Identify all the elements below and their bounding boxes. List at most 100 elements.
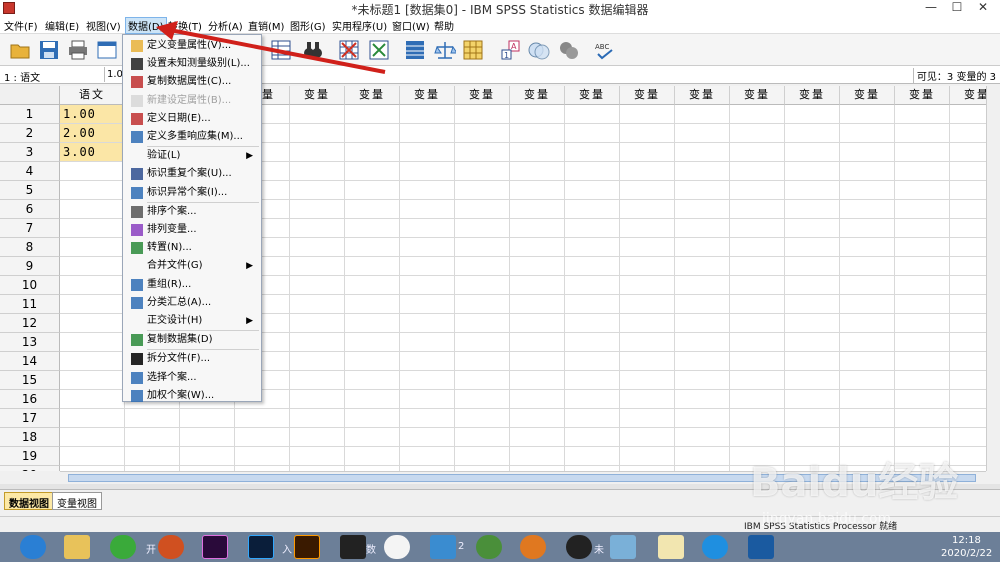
grid-cell[interactable] xyxy=(565,219,620,238)
menu-item[interactable]: 加权个案(W)... xyxy=(123,387,261,405)
grid-cell[interactable] xyxy=(290,409,345,428)
tab-variable-view[interactable]: 变量视图 xyxy=(52,492,102,510)
menu-item[interactable]: 定义变量属性(V)... xyxy=(123,37,261,55)
grid-cell[interactable] xyxy=(840,143,895,162)
grid-cell[interactable] xyxy=(895,428,950,447)
grid-cell[interactable] xyxy=(785,181,840,200)
grid-cell[interactable] xyxy=(290,105,345,124)
grid-cell[interactable] xyxy=(675,314,730,333)
grid-cell[interactable] xyxy=(840,105,895,124)
grid-cell[interactable] xyxy=(290,143,345,162)
grid-cell[interactable] xyxy=(895,276,950,295)
grid-cell[interactable] xyxy=(785,409,840,428)
grid-cell[interactable] xyxy=(60,333,125,352)
grid-cell[interactable] xyxy=(455,257,510,276)
grid-cell[interactable] xyxy=(785,390,840,409)
row-header[interactable]: 16 xyxy=(0,390,60,409)
row-header[interactable]: 17 xyxy=(0,409,60,428)
grid-cell[interactable] xyxy=(455,314,510,333)
grid-cell[interactable] xyxy=(620,371,675,390)
grid-cell[interactable] xyxy=(895,371,950,390)
grid-cell[interactable] xyxy=(565,257,620,276)
menu-item[interactable]: 复制数据集(D) xyxy=(123,331,261,349)
grid-cell[interactable] xyxy=(950,162,986,181)
grid-cell[interactable] xyxy=(895,390,950,409)
chrome-icon[interactable] xyxy=(476,535,502,559)
grid-cell[interactable] xyxy=(675,162,730,181)
grid-cell[interactable] xyxy=(290,181,345,200)
column-header-empty-variable[interactable]: 变量 xyxy=(620,86,675,105)
grid-cell[interactable] xyxy=(60,409,125,428)
grid-cell[interactable] xyxy=(730,105,785,124)
grid-cell[interactable] xyxy=(455,181,510,200)
grid-cell[interactable] xyxy=(950,428,986,447)
row-header[interactable]: 15 xyxy=(0,371,60,390)
grid-cell[interactable] xyxy=(895,314,950,333)
menu-item[interactable]: 排序个案... xyxy=(123,203,261,221)
grid-cell[interactable] xyxy=(730,257,785,276)
select-cases-icon[interactable] xyxy=(462,39,484,61)
grid-cell[interactable] xyxy=(400,257,455,276)
grid-cell[interactable] xyxy=(565,409,620,428)
grid-cell[interactable] xyxy=(565,314,620,333)
menu-help[interactable]: 帮助 xyxy=(434,18,454,33)
menu-graphs[interactable]: 图形(G) xyxy=(290,18,326,33)
grid-cell[interactable] xyxy=(840,162,895,181)
grid-cell[interactable] xyxy=(455,200,510,219)
grid-cell[interactable] xyxy=(840,314,895,333)
grid-cell[interactable] xyxy=(620,295,675,314)
grid-cell[interactable] xyxy=(60,276,125,295)
grid-cell[interactable] xyxy=(510,428,565,447)
grid-cell[interactable] xyxy=(950,295,986,314)
grid-cell[interactable] xyxy=(840,257,895,276)
grid-cell[interactable] xyxy=(455,352,510,371)
illustrator-icon[interactable] xyxy=(294,535,320,559)
grid-cell[interactable] xyxy=(345,219,400,238)
file-manager-icon[interactable] xyxy=(610,535,636,559)
grid-cell[interactable] xyxy=(950,390,986,409)
grid-cell[interactable] xyxy=(785,314,840,333)
powerpoint-icon[interactable] xyxy=(158,535,184,559)
column-header-empty-variable[interactable]: 变量 xyxy=(730,86,785,105)
column-header-empty-variable[interactable]: 变量 xyxy=(455,86,510,105)
grid-cell[interactable] xyxy=(950,219,986,238)
grid-cell[interactable] xyxy=(675,333,730,352)
menu-item[interactable]: 定义日期(E)... xyxy=(123,110,261,128)
grid-cell[interactable] xyxy=(290,447,345,466)
row-header[interactable]: 12 xyxy=(0,314,60,333)
grid-cell[interactable] xyxy=(60,447,125,466)
grid-cell[interactable] xyxy=(840,276,895,295)
grid-cell[interactable] xyxy=(730,371,785,390)
grid-cell[interactable] xyxy=(730,295,785,314)
grid-cell[interactable] xyxy=(290,314,345,333)
grid-cell[interactable] xyxy=(785,124,840,143)
grid-cell[interactable] xyxy=(620,219,675,238)
grid-cell[interactable] xyxy=(620,390,675,409)
grid-cell[interactable] xyxy=(510,447,565,466)
menu-data[interactable]: 数据(D) xyxy=(125,17,167,34)
grid-cell[interactable] xyxy=(565,295,620,314)
grid-cell[interactable] xyxy=(400,409,455,428)
grid-cell[interactable] xyxy=(180,428,235,447)
grid-cell[interactable] xyxy=(60,200,125,219)
grid-cell[interactable] xyxy=(730,219,785,238)
grid-cell[interactable] xyxy=(565,447,620,466)
grid-cell[interactable] xyxy=(620,333,675,352)
menu-item[interactable]: 验证(L) ▶ xyxy=(123,147,261,165)
grid-cell[interactable] xyxy=(675,390,730,409)
grid-cell[interactable] xyxy=(345,295,400,314)
grid-cell[interactable] xyxy=(785,333,840,352)
grid-cell[interactable] xyxy=(950,333,986,352)
row-header[interactable]: 1 xyxy=(0,105,60,124)
grid-cell[interactable] xyxy=(950,314,986,333)
grid-cell[interactable] xyxy=(950,371,986,390)
grid-cell[interactable] xyxy=(565,105,620,124)
grid-cell[interactable] xyxy=(730,276,785,295)
grid-cell[interactable] xyxy=(510,352,565,371)
grid-cell[interactable] xyxy=(895,200,950,219)
grid-cell[interactable] xyxy=(840,238,895,257)
grid-cell[interactable] xyxy=(60,257,125,276)
grid-cell[interactable] xyxy=(510,219,565,238)
grid-cell[interactable] xyxy=(345,200,400,219)
grid-cell[interactable] xyxy=(455,238,510,257)
